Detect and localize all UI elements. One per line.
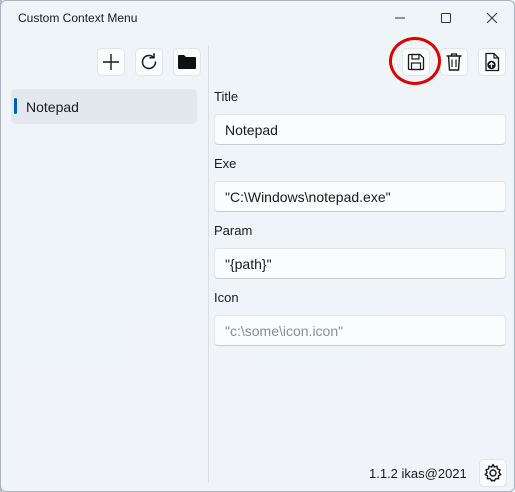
minimize-icon [395, 17, 405, 18]
icon-path-input[interactable] [214, 315, 506, 346]
list-item-label: Notepad [26, 99, 79, 115]
selection-indicator [14, 98, 17, 114]
add-button[interactable] [97, 48, 125, 76]
folder-icon [178, 55, 196, 69]
open-folder-button[interactable] [173, 48, 201, 76]
maximize-icon [441, 12, 451, 23]
gear-icon [484, 463, 502, 482]
settings-button[interactable] [479, 459, 507, 487]
export-icon [485, 52, 500, 72]
param-input[interactable] [214, 248, 506, 279]
title-label: Title [214, 89, 239, 104]
save-button[interactable] [402, 48, 430, 76]
window-title: Custom Context Menu [18, 11, 138, 25]
exe-label: Exe [214, 156, 237, 171]
list-item[interactable]: Notepad [11, 89, 197, 124]
refresh-icon [141, 53, 157, 70]
version-text: 1.1.2 ikas@2021 [369, 466, 467, 481]
delete-button[interactable] [440, 48, 468, 76]
icon-label: Icon [214, 290, 239, 305]
exe-input[interactable] [214, 181, 506, 212]
minimize-button[interactable] [377, 1, 423, 34]
app-window: Custom Context Menu Notepad Title Notepa… [0, 0, 515, 492]
plus-icon [103, 54, 119, 70]
trash-icon [446, 53, 462, 71]
save-icon [407, 53, 425, 71]
title-input[interactable] [214, 114, 506, 145]
close-icon [487, 12, 497, 23]
export-button[interactable] [478, 48, 506, 76]
close-button[interactable] [469, 1, 514, 34]
refresh-button[interactable] [135, 48, 163, 76]
maximize-button[interactable] [423, 1, 469, 34]
param-label: Param [214, 223, 253, 238]
pane-divider [208, 45, 209, 483]
